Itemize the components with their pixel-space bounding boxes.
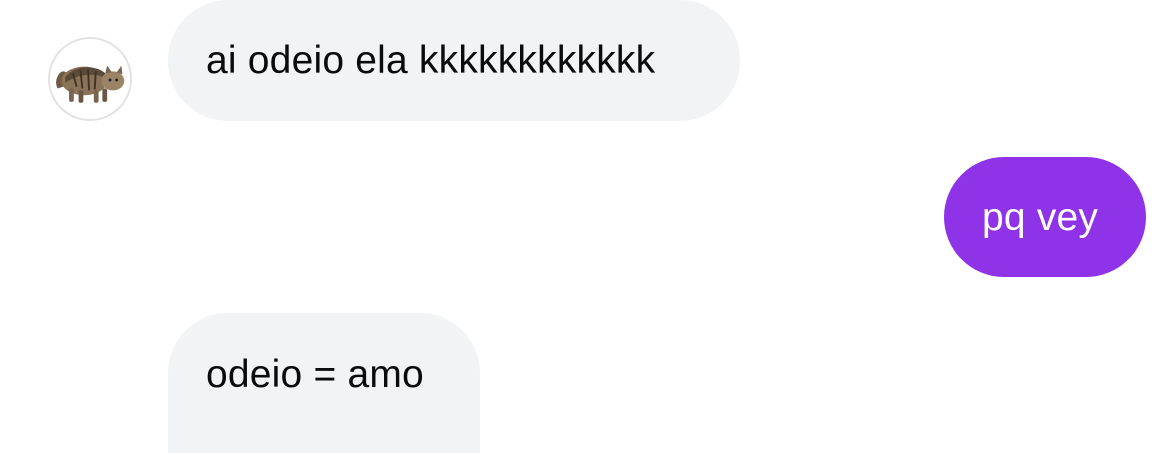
message-text: pq vey — [982, 195, 1099, 239]
outgoing-message-bubble[interactable]: pq vey — [944, 157, 1146, 277]
incoming-message-bubble[interactable]: odeio = amo — [168, 313, 480, 453]
cat-photo-avatar-icon — [50, 39, 130, 119]
message-text: odeio = amo — [206, 353, 424, 396]
contact-avatar[interactable] — [48, 37, 132, 121]
message-text: ai odeio ela kkkkkkkkkkkk — [206, 39, 656, 82]
incoming-message-bubble[interactable]: ai odeio ela kkkkkkkkkkkk — [168, 0, 740, 121]
